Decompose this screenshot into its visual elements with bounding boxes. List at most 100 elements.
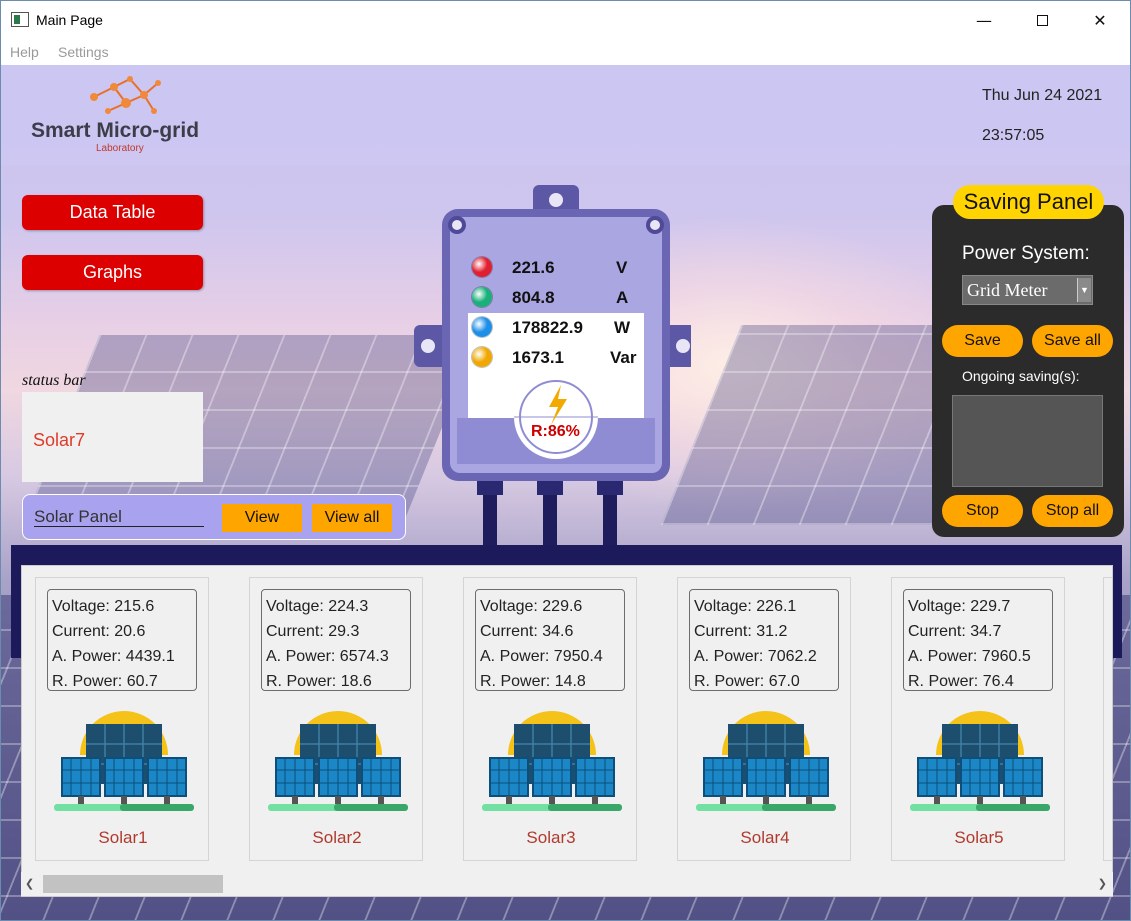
solar-panel-select[interactable]: Solar Panel [34,507,204,527]
current-unit: A [616,288,629,307]
solar-panel-icon [482,711,622,811]
solar-name: Solar2 [312,828,362,847]
solar-readings-box: Voltage: 226.1 Current: 31.2 A. Power: 7… [689,589,839,691]
status-bar-label: status bar [22,372,86,389]
date-label: Thu Jun 24 2021 [982,87,1103,104]
solar-reactive-power: R. Power: 18.6 [266,673,372,690]
solar-readings-box: Voltage: 229.6 Current: 34.6 A. Power: 7… [475,589,625,691]
saving-panel-title: Saving Panel [953,185,1104,219]
app-icon [11,12,29,27]
solar-voltage: Voltage: 229.6 [480,598,583,615]
solar-readings-box: Voltage: 215.6 Current: 20.6 A. Power: 4… [47,589,197,691]
view-button[interactable]: View [222,504,302,532]
solar-cards-scroll-area[interactable]: Voltage: 215.6 Current: 20.6 A. Power: 4… [21,565,1113,897]
horizontal-scrollbar[interactable]: ❮ ❯ [21,872,1113,896]
solar-current: Current: 34.7 [908,623,1002,640]
solar-panel-icon [910,711,1050,811]
dashboard-background: Smart Micro-grid Laboratory Thu Jun 24 2… [1,65,1130,920]
solar-readings-box: Voltage: 224.3 Current: 29.3 A. Power: 6… [261,589,411,691]
current-led-icon [472,287,492,307]
solar-name: Solar4 [740,828,790,847]
ongoing-savings-list[interactable] [952,395,1103,487]
data-table-button[interactable]: Data Table [22,195,203,230]
maximize-button[interactable] [1013,1,1071,39]
solar-voltage: Voltage: 226.1 [694,598,797,615]
reactive-led-icon [472,347,492,367]
solar-card-2[interactable]: Voltage: 224.3 Current: 29.3 A. Power: 6… [249,577,423,861]
power-value: 178822.9 [512,318,583,337]
power-unit: W [614,318,631,337]
solar-voltage: Voltage: 229.7 [908,598,1011,615]
solar-panel-icon [268,711,408,811]
logo-title: Smart Micro-grid [31,119,200,142]
solar-name: Solar1 [98,828,148,847]
solar-apparent-power: A. Power: 7960.5 [908,648,1031,665]
solar-current: Current: 34.6 [480,623,574,640]
time-label: 23:57:05 [982,127,1045,144]
chevron-down-icon[interactable]: ▼ [1077,278,1091,302]
solar-voltage: Voltage: 215.6 [52,598,155,615]
header-band [1,65,1130,165]
close-button[interactable]: ✕ [1071,1,1129,39]
maximize-icon [1036,14,1048,26]
close-icon: ✕ [1093,10,1107,30]
solar-apparent-power: A. Power: 7062.2 [694,648,817,665]
voltage-value: 221.6 [512,258,555,277]
reactive-unit: Var [610,348,637,367]
solar-panel-bar: Solar Panel View View all [22,494,406,540]
minimize-button[interactable]: — [955,1,1013,39]
saving-panel: Power System: Grid Meter ▼ Save Save all… [932,205,1124,537]
solar-reactive-power: R. Power: 14.8 [480,673,586,690]
voltage-led-icon [472,257,492,277]
status-box: Solar7 [22,392,203,482]
solar-reactive-power: R. Power: 76.4 [908,673,1014,690]
solar-apparent-power: A. Power: 4439.1 [52,648,175,665]
reactive-value: 1673.1 [512,348,564,367]
title-bar: Main Page — ✕ [1,1,1130,39]
logo-network-icon [90,76,161,114]
solar-current: Current: 31.2 [694,623,788,640]
menu-help[interactable]: Help [10,44,39,60]
graphs-button[interactable]: Graphs [22,255,203,290]
chevron-left-icon[interactable]: ❮ [25,877,34,890]
solar-name: Solar5 [954,828,1004,847]
solar-card-5[interactable]: Voltage: 229.7 Current: 34.7 A. Power: 7… [891,577,1065,861]
power-led-icon [472,317,492,337]
ongoing-savings-label: Ongoing saving(s): [962,368,1080,384]
scrollbar-thumb[interactable] [43,875,223,893]
solar-voltage: Voltage: 224.3 [266,598,369,615]
solar-reactive-power: R. Power: 60.7 [52,673,158,690]
menu-bar: Help Settings [1,39,1130,65]
save-all-button[interactable]: Save all [1032,325,1113,357]
solar-current: Current: 29.3 [266,623,360,640]
solar-apparent-power: A. Power: 6574.3 [266,648,389,665]
stop-button[interactable]: Stop [942,495,1023,527]
stop-all-button[interactable]: Stop all [1032,495,1113,527]
solar-current: Current: 20.6 [52,623,146,640]
logo-subtitle: Laboratory [96,143,144,154]
ratio-value: R:86% [531,423,580,440]
power-system-select[interactable]: Grid Meter ▼ [962,275,1093,305]
window-title: Main Page [36,12,103,28]
solar-name: Solar3 [526,828,576,847]
current-value: 804.8 [512,288,555,307]
power-system-label: Power System: [962,243,1090,264]
solar-card-4[interactable]: Voltage: 226.1 Current: 31.2 A. Power: 7… [677,577,851,861]
view-all-button[interactable]: View all [312,504,392,532]
solar-panel-icon [54,711,194,811]
solar-reactive-power: R. Power: 67.0 [694,673,800,690]
solar-card-partial [1103,577,1112,861]
main-window: Main Page — ✕ Help Settings Smart Micro-… [0,0,1131,921]
solar-card-1[interactable]: Voltage: 215.6 Current: 20.6 A. Power: 4… [35,577,209,861]
status-text: Solar7 [33,430,86,450]
solar-apparent-power: A. Power: 7950.4 [480,648,603,665]
voltage-unit: V [616,258,628,277]
power-system-value: Grid Meter [967,280,1048,300]
solar-panel-icon [696,711,836,811]
solar-card-3[interactable]: Voltage: 229.6 Current: 34.6 A. Power: 7… [463,577,637,861]
chevron-right-icon[interactable]: ❯ [1098,877,1107,890]
minimize-icon: — [976,10,992,30]
menu-settings[interactable]: Settings [58,44,109,60]
solar-readings-box: Voltage: 229.7 Current: 34.7 A. Power: 7… [903,589,1053,691]
save-button[interactable]: Save [942,325,1023,357]
